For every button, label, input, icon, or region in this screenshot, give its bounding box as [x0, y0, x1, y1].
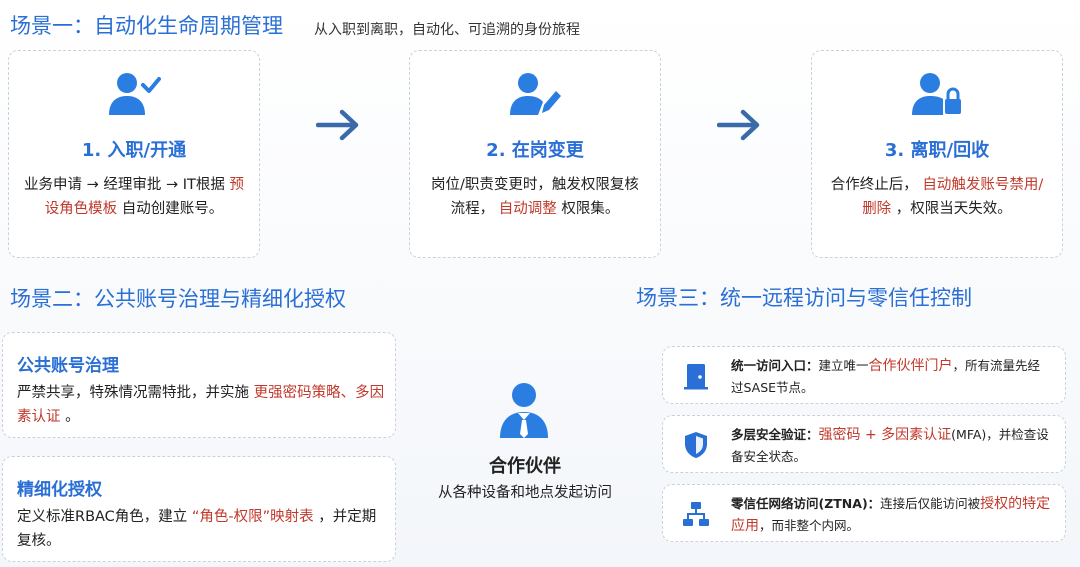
- network-icon: [681, 499, 711, 533]
- step-title: 1. 入职/开通: [81, 140, 187, 161]
- step-desc: 业务申请 → 经理审批 → IT根据 预设角色模板 自动创建账号。: [24, 177, 244, 217]
- scene3-title: 场景三：统一远程访问与零信任控制: [636, 286, 972, 310]
- multi-layer-security-card: 多层安全验证：强密码 + 多因素认证(MFA)，并检查设备安全状态。: [662, 415, 1066, 473]
- step-desc: 合作终止后， 自动触发账号禁用/删除 ，权限当天失效。: [830, 177, 1044, 217]
- user-edit-icon: [508, 69, 562, 123]
- arrow-right-icon: [716, 108, 761, 146]
- unified-entry-card: 统一访问入口：建立唯一合作伙伴门户，所有流量先经过SASE节点。: [662, 346, 1066, 404]
- card-desc: 严禁共享，特殊情况需特批，并实施 更强密码策略、多因素认证 。: [17, 385, 385, 425]
- card-desc: 统一访问入口：建立唯一合作伙伴门户，所有流量先经过SASE节点。: [731, 358, 1041, 395]
- shield-icon: [681, 430, 711, 464]
- card-title: 公共账号治理: [17, 356, 119, 376]
- card-desc: 多层安全验证：强密码 + 多因素认证(MFA)，并检查设备安全状态。: [731, 427, 1049, 464]
- step-card-change: 2. 在岗变更 岗位/职责变更时，触发权限复核流程， 自动调整 权限集。: [409, 50, 661, 258]
- fine-grained-auth-card: 精细化授权 定义标准RBAC角色，建立 “角色-权限”映射表 ，并定期复核。: [2, 456, 396, 562]
- step-card-offboarding: 3. 离职/回收 合作终止后， 自动触发账号禁用/删除 ，权限当天失效。: [811, 50, 1063, 258]
- step-title: 3. 离职/回收: [884, 140, 990, 161]
- user-check-icon: [107, 69, 161, 123]
- step-card-onboarding: 1. 入职/开通 业务申请 → 经理审批 → IT根据 预设角色模板 自动创建账…: [8, 50, 260, 258]
- partner-subtitle: 从各种设备和地点发起访问: [438, 485, 612, 501]
- scene1-title: 场景一：自动化生命周期管理: [10, 14, 283, 38]
- step-title: 2. 在岗变更: [486, 140, 584, 161]
- step-desc: 岗位/职责变更时，触发权限复核流程， 自动调整 权限集。: [431, 177, 639, 217]
- public-account-card: 公共账号治理 严禁共享，特殊情况需特批，并实施 更强密码策略、多因素认证 。: [2, 332, 396, 438]
- door-icon: [681, 361, 711, 395]
- scene1-subtitle: 从入职到离职，自动化、可追溯的身份旅程: [314, 22, 580, 38]
- user-lock-icon: [910, 69, 964, 123]
- card-desc: 零信任网络访问(ZTNA)：连接后仅能访问被授权的特定应用，而非整个内网。: [731, 496, 1051, 534]
- partner-user-icon: [496, 380, 552, 444]
- card-title: 精细化授权: [17, 480, 102, 500]
- arrow-right-icon: [315, 108, 360, 146]
- partner-title: 合作伙伴: [489, 456, 561, 477]
- scene2-title: 场景二：公共账号治理与精细化授权: [10, 287, 346, 311]
- ztna-card: 零信任网络访问(ZTNA)：连接后仅能访问被授权的特定应用，而非整个内网。: [662, 484, 1066, 542]
- card-desc: 定义标准RBAC角色，建立 “角色-权限”映射表 ，并定期复核。: [17, 509, 377, 549]
